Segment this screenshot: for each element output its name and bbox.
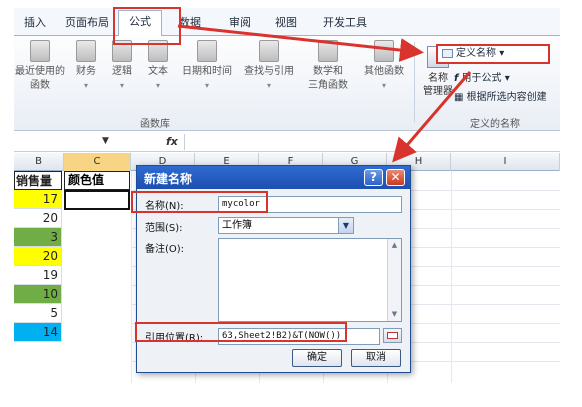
sales-cell[interactable]: 14 xyxy=(14,323,62,342)
active-cell[interactable] xyxy=(64,190,130,210)
sales-cell[interactable]: 17 xyxy=(14,190,62,209)
comment-label: 备注(O): xyxy=(145,244,185,255)
cell-b-header[interactable]: 销售量 xyxy=(14,171,62,190)
date-time-caret-icon: ▾ xyxy=(204,81,209,90)
lookup-reference-icon xyxy=(259,40,279,62)
date-time-button[interactable]: 日期和时间 ▾ xyxy=(178,40,236,93)
comment-textarea[interactable]: ▲ ▼ xyxy=(218,238,402,322)
recently-used-button[interactable]: 最近使用的 函数 xyxy=(14,40,66,93)
sales-cell[interactable]: 20 xyxy=(14,247,62,266)
math-trig-button[interactable]: 数学和 三角函数 xyxy=(302,40,354,93)
dialog-title-bar[interactable]: 新建名称 ? ✕ xyxy=(137,166,410,189)
formula-bar-divider xyxy=(184,134,185,150)
lookup-reference-label: 查找与引用 xyxy=(244,66,294,77)
date-time-icon xyxy=(197,40,217,62)
column-header-b[interactable]: B xyxy=(14,153,64,171)
more-functions-button[interactable]: 其他函数 ▾ xyxy=(358,40,410,93)
close-button[interactable]: ✕ xyxy=(386,169,405,186)
tab-formulas[interactable]: 公式 xyxy=(118,10,162,37)
math-trig-label2: 三角函数 xyxy=(308,80,348,91)
sales-cell[interactable]: 20 xyxy=(14,209,62,228)
define-name-caret-icon: ▾ xyxy=(499,48,505,59)
sales-cell[interactable]: 10 xyxy=(14,285,62,304)
sales-cell[interactable]: 5 xyxy=(14,304,62,323)
logical-button[interactable]: 逻辑 ▾ xyxy=(106,40,138,93)
use-in-formula-caret-icon: ▾ xyxy=(504,73,510,84)
define-name-label: 定义名称 xyxy=(456,48,496,59)
column-header-i[interactable]: I xyxy=(451,153,560,171)
more-functions-caret-icon: ▾ xyxy=(381,81,386,90)
recently-used-icon xyxy=(30,40,50,62)
more-functions-icon xyxy=(374,40,394,62)
tab-developer[interactable]: 开发工具 xyxy=(316,12,374,34)
financial-button[interactable]: 财务 ▾ xyxy=(70,40,102,93)
sales-cell[interactable]: 19 xyxy=(14,266,62,285)
define-name-icon xyxy=(442,49,453,58)
ribbon-group-divider xyxy=(414,42,415,122)
screenshot-frame: 插入 页面布局 公式 数据 审阅 视图 开发工具 最近使用的 函数 财务 ▾ 逻… xyxy=(0,0,582,407)
ok-button[interactable]: 确定 xyxy=(292,349,342,367)
math-trig-label: 数学和 xyxy=(313,66,343,77)
help-button[interactable]: ? xyxy=(364,169,383,186)
date-time-label: 日期和时间 xyxy=(182,66,232,77)
dialog-title: 新建名称 xyxy=(144,172,193,186)
ribbon-body: 最近使用的 函数 财务 ▾ 逻辑 ▾ 文本 ▾ 日期和时间 ▾ 查找与引用 ▾ xyxy=(14,36,560,131)
cell-c-header[interactable]: 颜色值 xyxy=(64,171,130,190)
scroll-down-icon[interactable]: ▼ xyxy=(388,308,401,321)
tab-page-layout[interactable]: 页面布局 xyxy=(60,12,114,34)
fx-icon: f xyxy=(454,73,459,84)
more-functions-label: 其他函数 xyxy=(364,66,404,77)
create-from-selection-icon: ▦ xyxy=(454,92,467,103)
comment-scrollbar[interactable]: ▲ ▼ xyxy=(387,239,401,321)
scope-select[interactable]: 工作簿 ▼ xyxy=(218,217,354,234)
function-library-group-label: 函数库 xyxy=(140,119,170,130)
insert-function-icon[interactable]: fx xyxy=(166,135,178,148)
refers-to-highlight-box xyxy=(135,322,347,342)
financial-icon xyxy=(76,40,96,62)
tab-view[interactable]: 视图 xyxy=(268,12,304,34)
sales-cell[interactable]: 3 xyxy=(14,228,62,247)
text-caret-icon: ▾ xyxy=(155,81,160,90)
scope-value: 工作簿 xyxy=(222,220,252,231)
tab-review[interactable]: 审阅 xyxy=(222,12,258,34)
text-button[interactable]: 文本 ▾ xyxy=(142,40,174,93)
chevron-down-icon[interactable]: ▼ xyxy=(338,218,353,233)
scope-label: 范围(S): xyxy=(145,223,183,234)
financial-label: 财务 xyxy=(76,66,96,77)
name-highlight-box xyxy=(131,191,268,213)
formula-bar: ▼ fx xyxy=(14,132,560,152)
column-header-c[interactable]: C xyxy=(64,153,131,171)
text-icon xyxy=(148,40,168,62)
logical-icon xyxy=(112,40,132,62)
defined-names-group-label: 定义的名称 xyxy=(470,119,520,130)
lookup-reference-caret-icon: ▾ xyxy=(266,81,271,90)
define-name-button[interactable]: 定义名称 ▾ xyxy=(436,44,550,64)
recently-used-label2: 函数 xyxy=(30,80,50,91)
logical-label: 逻辑 xyxy=(112,66,132,77)
scroll-up-icon[interactable]: ▲ xyxy=(388,239,401,252)
math-trig-icon xyxy=(318,40,338,62)
create-from-selection-button[interactable]: ▦ 根据所选内容创建 xyxy=(454,88,547,103)
tab-insert[interactable]: 插入 xyxy=(18,12,52,34)
tab-data[interactable]: 数据 xyxy=(170,12,210,34)
name-manager-label-line1: 名称 xyxy=(428,73,448,84)
grid-line xyxy=(451,171,452,383)
name-manager-label-line2: 管理器 xyxy=(423,86,453,97)
range-picker-icon xyxy=(387,332,398,339)
name-box-dropdown-icon[interactable]: ▼ xyxy=(102,136,109,146)
text-label: 文本 xyxy=(148,66,168,77)
ribbon-tab-bar: 插入 页面布局 公式 数据 审阅 视图 开发工具 xyxy=(14,8,560,37)
financial-caret-icon: ▾ xyxy=(83,81,88,90)
use-in-formula-label: 用于公式 xyxy=(461,73,502,84)
use-in-formula-button[interactable]: f 用于公式 ▾ xyxy=(454,69,510,84)
create-from-selection-label: 根据所选内容创建 xyxy=(466,92,547,103)
logical-caret-icon: ▾ xyxy=(119,81,124,90)
recently-used-label: 最近使用的 xyxy=(15,66,65,77)
cancel-button[interactable]: 取消 xyxy=(351,349,401,367)
lookup-reference-button[interactable]: 查找与引用 ▾ xyxy=(240,40,298,93)
range-picker-button[interactable] xyxy=(383,328,402,343)
